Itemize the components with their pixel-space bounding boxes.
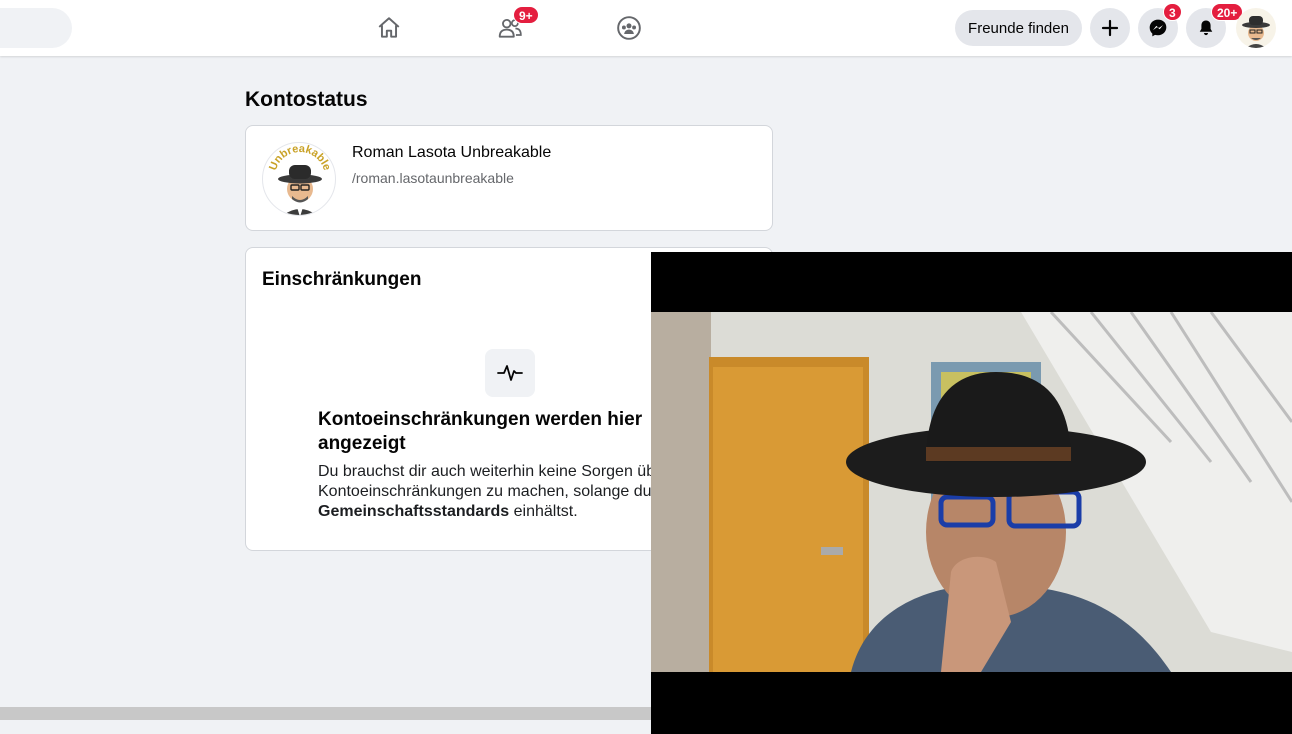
webcam-overlay (651, 252, 1292, 734)
profile-avatar: Unbreakable (262, 142, 336, 216)
empty-text-part: einhältst. (509, 503, 578, 520)
messenger-icon (1149, 19, 1167, 37)
bell-icon (1199, 20, 1213, 36)
profile-card[interactable]: Unbreakable Roman Lasota Unbreakable /ro… (245, 125, 773, 231)
friends-badge: 9+ (513, 6, 539, 24)
find-friends-button[interactable]: Freunde finden (955, 10, 1082, 46)
home-icon (378, 17, 400, 38)
horizontal-scrollbar[interactable] (0, 707, 660, 720)
restrictions-title: Einschränkungen (262, 269, 422, 290)
profile-handle: /roman.lasotaunbreakable (352, 170, 514, 186)
avatar-image (1242, 16, 1270, 48)
account-avatar[interactable] (1236, 8, 1276, 48)
empty-text-part: Du brauchst dir auch weiterhin keine Sor… (318, 463, 705, 500)
webcam-video (651, 312, 1292, 672)
groups-nav-button[interactable] (611, 10, 647, 46)
community-standards-link[interactable]: Gemeinschaftsstandards (318, 503, 509, 520)
groups-icon (617, 16, 641, 40)
page-title: Kontostatus (245, 88, 368, 111)
messenger-badge: 3 (1163, 3, 1182, 21)
home-nav-button[interactable] (371, 10, 407, 46)
pulse-icon-container (485, 349, 535, 397)
top-navigation-bar: 9+ Freunde finden 3 20+ (0, 0, 1292, 56)
pulse-icon (497, 365, 523, 381)
avatar-image: Unbreakable (267, 143, 333, 215)
profile-name: Roman Lasota Unbreakable (352, 144, 552, 161)
plus-icon (1101, 19, 1119, 37)
search-input[interactable] (0, 8, 72, 48)
create-button[interactable] (1090, 8, 1130, 48)
